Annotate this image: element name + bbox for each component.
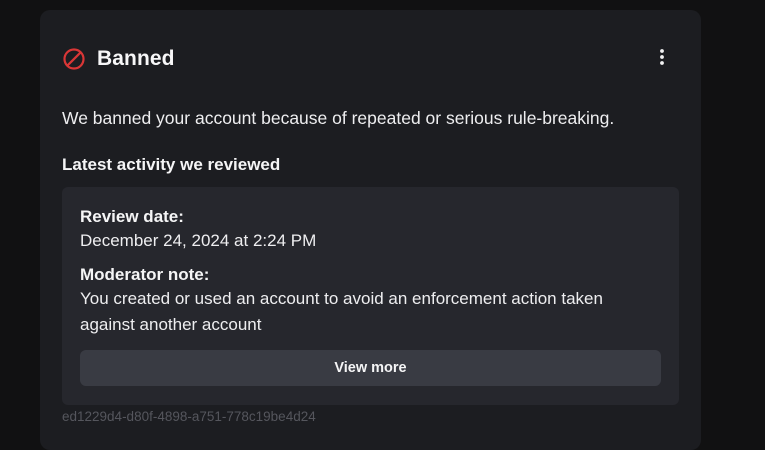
page-title: Banned <box>97 47 175 70</box>
moderator-note-label: Moderator note: <box>80 265 210 284</box>
ban-icon <box>62 47 86 71</box>
section-heading: Latest activity we reviewed <box>62 155 281 174</box>
reference-id: ed1229d4-d80f-4898-a751-778c19be4d24 <box>62 409 316 424</box>
more-options-button[interactable] <box>651 48 673 70</box>
ban-description: We banned your account because of repeat… <box>62 108 615 128</box>
review-date-value: December 24, 2024 at 2:24 PM <box>80 231 317 250</box>
card-header: Banned <box>62 46 175 72</box>
ban-notice-card: Banned We banned your account because of… <box>40 10 701 450</box>
moderator-note-value: You created or used an account to avoid … <box>80 289 603 334</box>
vertical-ellipsis-icon <box>659 48 665 71</box>
reviewed-activity-panel: Review date: December 24, 2024 at 2:24 P… <box>62 187 679 405</box>
review-date-label: Review date: <box>80 207 184 226</box>
view-more-button[interactable]: View more <box>80 350 661 386</box>
